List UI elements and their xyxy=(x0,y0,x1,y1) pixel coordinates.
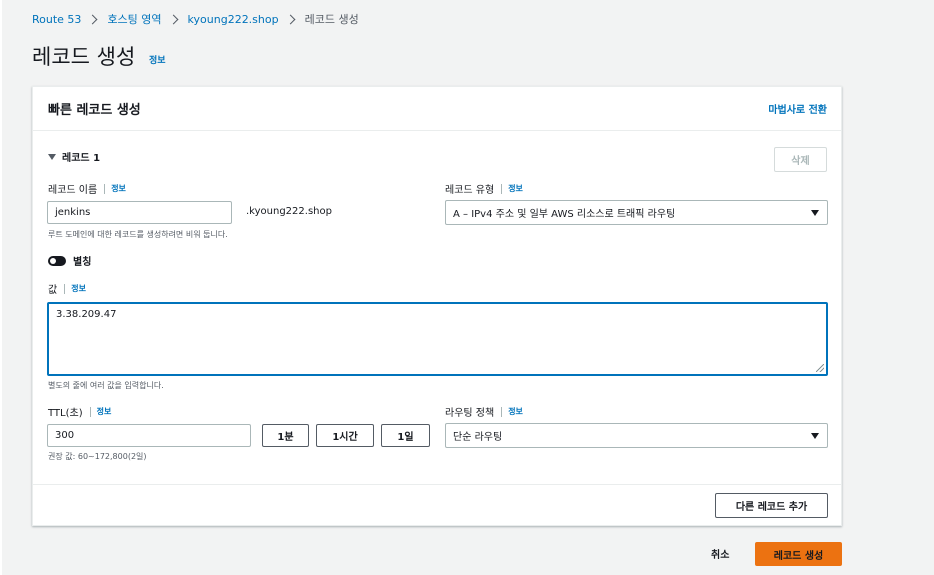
value-label-row: 값 정보 xyxy=(48,281,86,296)
routing-policy-select[interactable]: 단순 라우팅 xyxy=(445,423,828,448)
caret-down-icon xyxy=(48,153,56,160)
value-textarea[interactable]: 3.38.209.47 xyxy=(47,302,828,376)
chevron-right-icon xyxy=(87,14,98,24)
toggle-knob xyxy=(50,257,56,264)
chevron-right-icon xyxy=(168,14,178,24)
value-info-link[interactable]: 정보 xyxy=(71,283,86,294)
record-type-selected: A – IPv4 주소 및 일부 AWS 리소스로 트래픽 라우팅 xyxy=(453,209,676,220)
breadcrumb: Route 53 호스팅 영역 kyoung222.shop 레코드 생성 xyxy=(32,11,359,27)
domain-suffix: .kyoung222.shop xyxy=(246,206,332,217)
left-edge xyxy=(0,0,2,575)
record-name-label-row: 레코드 이름 정보 xyxy=(48,181,126,196)
panel-footer-divider xyxy=(33,484,841,485)
ttl-input[interactable]: 300 xyxy=(47,424,251,447)
delete-record-button[interactable]: 삭제 xyxy=(774,147,827,172)
page-info-link[interactable]: 정보 xyxy=(149,53,166,66)
panel-header: 빠른 레코드 생성 마법사로 전환 xyxy=(33,87,841,131)
create-records-button[interactable]: 레코드 생성 xyxy=(755,542,842,566)
ttl-1min-button[interactable]: 1분 xyxy=(262,424,309,447)
label-divider xyxy=(89,406,91,417)
dropdown-arrow-icon xyxy=(811,210,819,216)
routing-label-row: 라우팅 정책 정보 xyxy=(445,404,523,419)
value-text: 3.38.209.47 xyxy=(56,309,117,320)
label-divider xyxy=(64,283,66,294)
ttl-1day-button[interactable]: 1일 xyxy=(381,424,430,447)
label-divider xyxy=(501,183,503,194)
ttl-info-link[interactable]: 정보 xyxy=(97,406,112,417)
chevron-right-icon xyxy=(285,14,296,24)
record-type-info-link[interactable]: 정보 xyxy=(508,183,523,194)
label-divider xyxy=(104,183,106,194)
record-type-label: 레코드 유형 xyxy=(445,185,495,196)
ttl-1hour-button[interactable]: 1시간 xyxy=(316,424,374,447)
value-hint: 별도의 줄에 여러 값을 입력합니다. xyxy=(48,381,164,390)
record-name-label: 레코드 이름 xyxy=(48,185,98,196)
alias-toggle-row: 별칭 xyxy=(48,253,91,268)
panel-title: 빠른 레코드 생성 xyxy=(48,103,141,118)
record-name-hint: 루트 도메인에 대한 레코드를 생성하려면 비워 둡니다. xyxy=(48,230,228,239)
record-type-select[interactable]: A – IPv4 주소 및 일부 AWS 리소스로 트래픽 라우팅 xyxy=(445,200,828,225)
cancel-button[interactable]: 취소 xyxy=(711,546,729,561)
dropdown-arrow-icon xyxy=(811,433,819,439)
add-another-record-button[interactable]: 다른 레코드 추가 xyxy=(715,493,828,518)
record-name-input[interactable]: jenkins xyxy=(47,201,232,224)
ttl-label-row: TTL(초) 정보 xyxy=(48,404,111,419)
breadcrumb-hosted-zones[interactable]: 호스팅 영역 xyxy=(107,11,161,27)
quick-create-panel: 빠른 레코드 생성 마법사로 전환 레코드 1 삭제 레코드 이름 정보 jen… xyxy=(32,86,842,526)
alias-label: 별칭 xyxy=(73,257,92,268)
breadcrumb-current: 레코드 생성 xyxy=(304,13,359,26)
record-type-label-row: 레코드 유형 정보 xyxy=(445,181,523,196)
resize-grip-icon[interactable] xyxy=(816,364,824,372)
routing-label: 라우팅 정책 xyxy=(445,408,495,419)
page-title: 레코드 생성 xyxy=(32,45,136,69)
record-expand-toggle[interactable]: 레코드 1 xyxy=(48,149,100,164)
breadcrumb-zone[interactable]: kyoung222.shop xyxy=(188,13,279,26)
ttl-label: TTL(초) xyxy=(48,408,83,419)
value-label: 값 xyxy=(48,285,58,296)
record-heading: 레코드 1 xyxy=(62,153,101,164)
switch-to-wizard-link[interactable]: 마법사로 전환 xyxy=(768,101,827,116)
ttl-hint: 권장 값: 60~172,800(2일) xyxy=(48,452,147,461)
routing-info-link[interactable]: 정보 xyxy=(508,406,523,417)
label-divider xyxy=(501,406,503,417)
record-name-info-link[interactable]: 정보 xyxy=(111,183,126,194)
alias-toggle-switch[interactable] xyxy=(48,255,66,266)
breadcrumb-route53[interactable]: Route 53 xyxy=(32,13,81,26)
routing-policy-selected: 단순 라우팅 xyxy=(453,432,503,443)
